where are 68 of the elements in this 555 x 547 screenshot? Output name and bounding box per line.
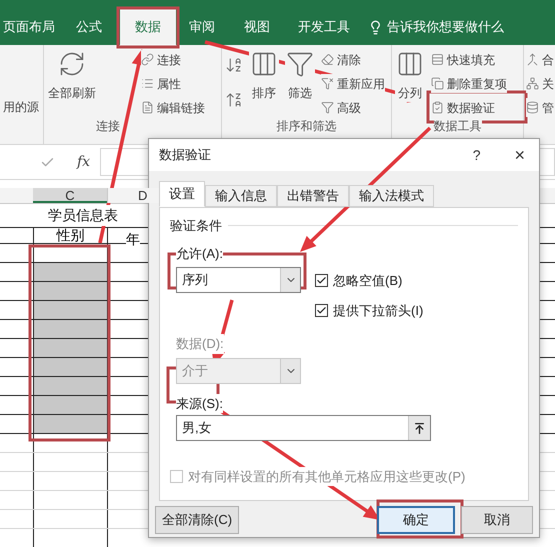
merge-icon — [526, 53, 539, 66]
group-label: 数据工具 — [434, 119, 482, 133]
dialog-tab[interactable]: 设置 — [159, 181, 205, 207]
ribbon-tab[interactable]: 视图 — [228, 9, 286, 45]
eraser-icon — [321, 53, 334, 66]
refresh-icon — [58, 50, 86, 78]
document-icon — [141, 101, 154, 114]
field-label: 数据(D): — [176, 334, 224, 354]
filter-icon — [286, 50, 314, 78]
ribbon-button[interactable]: 连接 — [141, 50, 181, 69]
dialog-button[interactable]: 确定 — [377, 506, 455, 534]
ribbon-tab[interactable]: 审阅 — [176, 9, 228, 45]
function-button[interactable]: fx — [77, 152, 90, 172]
ribbon-button[interactable]: 管 — [526, 98, 554, 117]
dropdown[interactable]: 序列 — [176, 267, 301, 293]
table-header: 年 — [126, 231, 140, 247]
columns-icon — [396, 50, 424, 78]
table-cell[interactable] — [33, 263, 107, 281]
table-cell[interactable] — [33, 320, 107, 338]
sort-descending-icon[interactable] — [225, 91, 243, 109]
dialog-tab[interactable]: 输入信息 — [205, 185, 277, 207]
dialog-tab[interactable]: 出错警告 — [277, 185, 349, 207]
ribbon-tab[interactable]: 开发工具 — [286, 9, 362, 45]
rows-icon — [431, 53, 444, 66]
ribbon-button[interactable]: 分列 — [395, 50, 425, 102]
column-header[interactable]: C — [33, 188, 107, 203]
ribbon-button[interactable]: 排序 — [249, 50, 279, 102]
ribbon-tab[interactable]: 公式 — [58, 9, 120, 45]
table-cell[interactable] — [33, 358, 107, 376]
ribbon-button[interactable]: 重新应用 — [321, 74, 385, 93]
checkbox-label: 提供下拉箭头(I) — [333, 302, 424, 320]
filter-icon — [321, 101, 334, 114]
table-cell[interactable] — [33, 377, 107, 395]
checkbox-label: 忽略空值(B) — [333, 272, 402, 290]
group-label: 连接 — [96, 119, 120, 133]
clipboard-check-icon — [431, 101, 444, 114]
ribbon-tab[interactable]: 数据 — [120, 9, 176, 45]
filter-icon — [321, 77, 334, 90]
network-icon — [526, 77, 539, 90]
highlight-frame — [116, 6, 180, 48]
copy-icon — [431, 77, 444, 90]
dialog-tab[interactable]: 输入法模式 — [349, 185, 434, 207]
ribbon-button[interactable]: 全部刷新 — [47, 50, 97, 102]
table-cell[interactable] — [33, 301, 107, 319]
group-label: 排序和筛选 — [276, 119, 336, 133]
database-icon — [526, 101, 539, 114]
tell-me-search[interactable]: 告诉我你想要做什么 — [387, 17, 504, 37]
table-header: 性别 — [56, 228, 84, 243]
table-cell[interactable] — [33, 396, 107, 414]
ribbon-tab[interactable]: 页面布局 — [0, 9, 58, 45]
upload-arrow-icon — [413, 422, 426, 434]
sort-ascending-icon[interactable] — [225, 56, 243, 74]
collapse-button[interactable] — [408, 416, 430, 440]
lightbulb-icon — [368, 20, 383, 34]
checkbox-label: 对有同样设置的所有其他单元格应用这些更改(P) — [188, 468, 466, 486]
checkbox[interactable] — [315, 274, 328, 288]
dialog-button[interactable]: 全部清除(C) — [155, 506, 240, 534]
table-cell[interactable] — [33, 282, 107, 300]
ribbon-button[interactable]: 筛选 — [285, 50, 315, 102]
grid-icon — [250, 50, 278, 78]
source-field[interactable]: 男,女 — [176, 415, 431, 441]
sheet-title: 学员信息表 — [48, 205, 118, 226]
table-cell[interactable] — [33, 415, 107, 433]
table-cell[interactable] — [33, 339, 107, 357]
checkbox[interactable] — [315, 304, 328, 317]
dialog-button[interactable]: 取消 — [461, 506, 533, 534]
link-icon — [141, 53, 154, 66]
field-label: 来源(S): — [176, 394, 223, 413]
